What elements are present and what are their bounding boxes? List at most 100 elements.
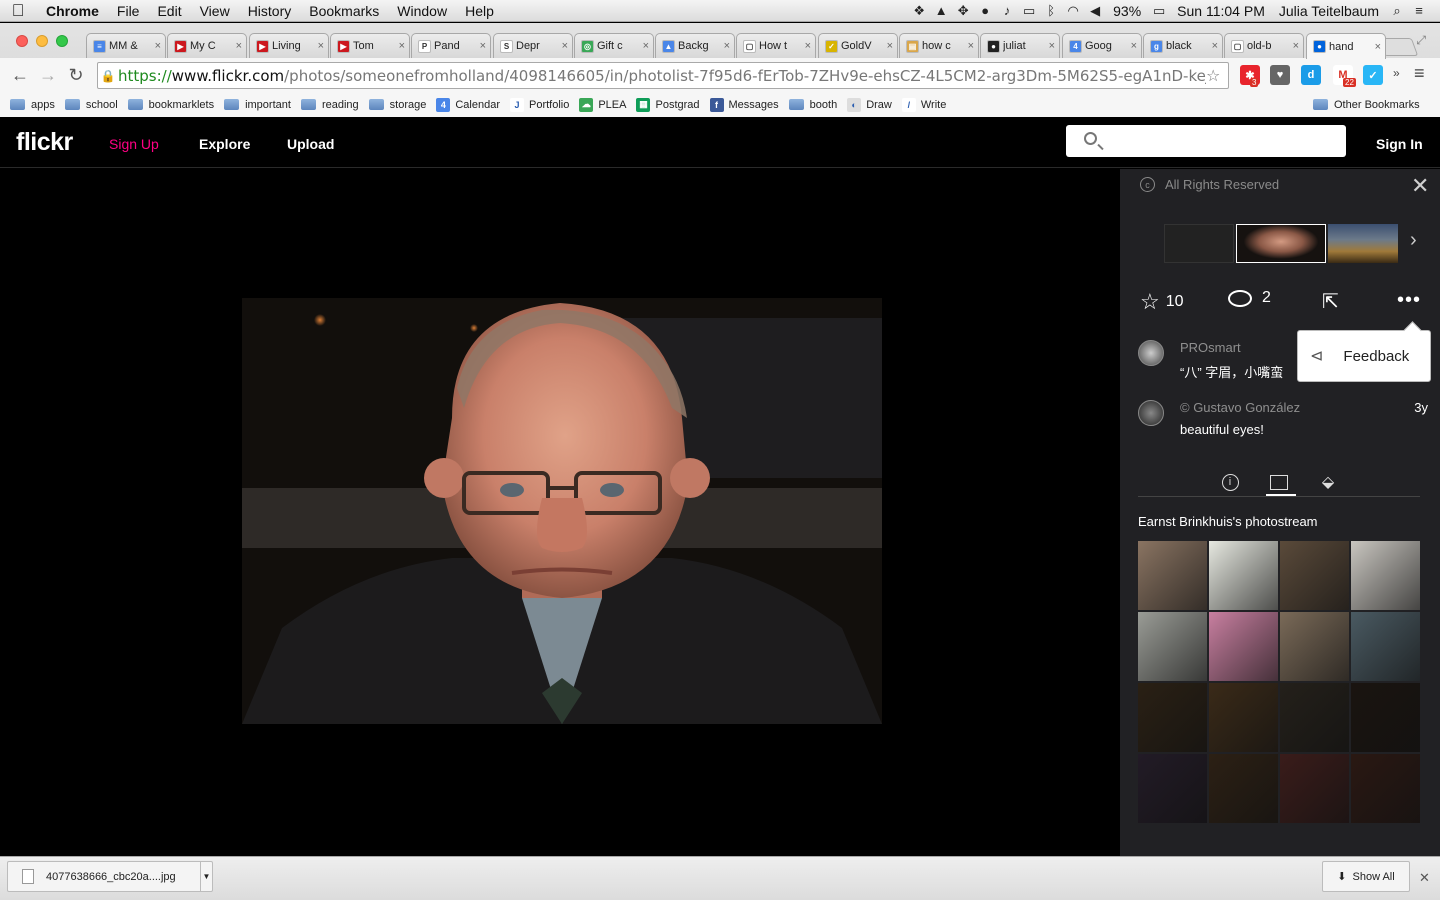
- bookmark-folder[interactable]: school: [64, 99, 118, 111]
- dropbox-icon[interactable]: ❖: [908, 3, 930, 19]
- photostream-thumbnail[interactable]: [1209, 683, 1278, 752]
- list-icon[interactable]: ≡: [1408, 3, 1430, 18]
- bookmark-item[interactable]: ◐ Draw: [847, 97, 892, 112]
- address-bar[interactable]: 🔒 https:// www.flickr.com /photos/someon…: [97, 62, 1229, 89]
- next-photo-thumbnail[interactable]: [1328, 224, 1398, 263]
- tab-close-icon[interactable]: ×: [318, 40, 324, 52]
- tab-close-icon[interactable]: ×: [562, 40, 568, 52]
- notification-bell-icon[interactable]: ♪: [996, 3, 1018, 18]
- comments-stat[interactable]: 2: [1228, 289, 1271, 307]
- tab-close-icon[interactable]: ×: [724, 40, 730, 52]
- extensions-overflow-icon[interactable]: »: [1393, 66, 1400, 80]
- tab-close-icon[interactable]: ×: [887, 40, 893, 52]
- minimize-window-button[interactable]: [36, 35, 48, 47]
- bookmark-folder[interactable]: apps: [10, 99, 55, 111]
- photostream-thumbnail[interactable]: [1280, 683, 1349, 752]
- download-menu-button[interactable]: ▼: [200, 862, 212, 891]
- tab[interactable]: ◎ Gift c ×: [574, 33, 654, 58]
- tab[interactable]: ▶ My C ×: [167, 33, 247, 58]
- main-photo[interactable]: [242, 298, 882, 724]
- photostream-thumbnail[interactable]: [1209, 612, 1278, 681]
- bookmark-item[interactable]: 4 Calendar: [436, 97, 500, 112]
- bookmark-item[interactable]: J Portfolio: [509, 97, 569, 112]
- bookmark-item[interactable]: f Messages: [709, 97, 779, 112]
- tab[interactable]: 4 Goog ×: [1062, 33, 1142, 58]
- tab-close-icon[interactable]: ×: [480, 40, 486, 52]
- show-all-downloads-button[interactable]: ⬇ Show All: [1322, 861, 1410, 892]
- forward-button[interactable]: →: [34, 65, 62, 86]
- photostream-title[interactable]: Earnst Brinkhuis's photostream: [1138, 514, 1318, 529]
- photostream-thumbnail[interactable]: [1280, 612, 1349, 681]
- bookmark-item[interactable]: ☁ PLEA: [579, 97, 626, 112]
- tab-close-icon[interactable]: ×: [236, 40, 242, 52]
- avatar[interactable]: [1138, 400, 1164, 426]
- avatar[interactable]: [1138, 340, 1164, 366]
- feedback-popover[interactable]: ⊲ Feedback: [1297, 330, 1431, 382]
- tab-info[interactable]: i: [1213, 467, 1247, 497]
- close-window-button[interactable]: [16, 35, 28, 47]
- apple-icon[interactable]: : [0, 1, 36, 21]
- photostream-thumbnail[interactable]: [1209, 541, 1278, 610]
- faves-stat[interactable]: ☆ 10: [1140, 289, 1184, 315]
- back-button[interactable]: ←: [6, 65, 34, 86]
- chrome-menu-icon[interactable]: ≡: [1414, 63, 1425, 84]
- tab[interactable]: ≡ MM & ×: [86, 33, 166, 58]
- tab-close-icon[interactable]: ×: [155, 40, 161, 52]
- photostream-thumbnail[interactable]: [1351, 541, 1420, 610]
- spotlight-icon[interactable]: ⌕: [1386, 3, 1408, 19]
- photostream-thumbnail[interactable]: [1351, 612, 1420, 681]
- tab[interactable]: ● juliat ×: [980, 33, 1060, 58]
- lock-icon[interactable]: 🔒: [98, 69, 118, 83]
- bookmark-folder[interactable]: reading: [300, 99, 359, 111]
- menu-app-name[interactable]: Chrome: [36, 0, 108, 22]
- tab-close-icon[interactable]: ×: [805, 40, 811, 52]
- tab[interactable]: ▢ old-b ×: [1224, 33, 1304, 58]
- menu-view[interactable]: View: [191, 0, 239, 22]
- extension-icon[interactable]: d: [1301, 65, 1321, 85]
- photostream-thumbnail[interactable]: [1138, 754, 1207, 823]
- menu-user[interactable]: Julia Teitelbaum: [1272, 3, 1386, 19]
- tab-active[interactable]: ● hand ×: [1306, 33, 1386, 59]
- bookmark-item[interactable]: / Write: [901, 97, 946, 112]
- signup-link[interactable]: Sign Up: [109, 136, 159, 152]
- bookmark-item[interactable]: ▦ Postgrad: [636, 97, 700, 112]
- tab-close-icon[interactable]: ×: [1049, 40, 1055, 52]
- bookmark-star-icon[interactable]: ☆: [1206, 66, 1228, 85]
- comment-author[interactable]: PROsmart: [1180, 340, 1241, 355]
- search-input[interactable]: [1066, 125, 1346, 157]
- bookmark-folder[interactable]: storage: [368, 99, 426, 111]
- photostream-thumbnail[interactable]: [1280, 541, 1349, 610]
- tab-close-icon[interactable]: ×: [1131, 40, 1137, 52]
- flickr-logo[interactable]: flickr: [16, 128, 73, 157]
- battery-icon[interactable]: ▭: [1148, 3, 1170, 19]
- tab[interactable]: g black ×: [1143, 33, 1223, 58]
- drive-icon[interactable]: ▲: [930, 3, 952, 18]
- photostream-thumbnail[interactable]: [1351, 683, 1420, 752]
- photostream-thumbnail[interactable]: [1351, 754, 1420, 823]
- tab-photostream[interactable]: [1262, 467, 1296, 497]
- share-button[interactable]: ⇱: [1322, 289, 1339, 314]
- tab[interactable]: ▲ Backg ×: [655, 33, 735, 58]
- wifi-icon[interactable]: ◠: [1062, 3, 1084, 19]
- extension-icon[interactable]: ♥: [1270, 65, 1290, 85]
- tab[interactable]: ▶ Tom ×: [330, 33, 410, 58]
- tab[interactable]: ✓ GoldV ×: [818, 33, 898, 58]
- tab-close-icon[interactable]: ×: [968, 40, 974, 52]
- menu-window[interactable]: Window: [388, 0, 456, 22]
- other-bookmarks[interactable]: Other Bookmarks: [1313, 99, 1420, 111]
- volume-icon[interactable]: ◀: [1084, 3, 1106, 19]
- reload-button[interactable]: ↻: [62, 65, 90, 86]
- chevron-right-icon[interactable]: ›: [1410, 229, 1417, 252]
- current-photo-thumbnail[interactable]: [1236, 224, 1326, 263]
- photostream-thumbnail[interactable]: [1138, 683, 1207, 752]
- menu-file[interactable]: File: [108, 0, 149, 22]
- menu-edit[interactable]: Edit: [148, 0, 190, 22]
- tab[interactable]: ▢ How t ×: [736, 33, 816, 58]
- zoom-window-button[interactable]: [56, 35, 68, 47]
- menu-bookmarks[interactable]: Bookmarks: [300, 0, 388, 22]
- tab-close-icon[interactable]: ×: [643, 40, 649, 52]
- tab-close-icon[interactable]: ×: [1293, 40, 1299, 52]
- close-panel-icon[interactable]: ✕: [1411, 175, 1429, 197]
- close-downloads-bar-icon[interactable]: ✕: [1419, 870, 1430, 886]
- extension-icon[interactable]: ✓: [1363, 65, 1383, 85]
